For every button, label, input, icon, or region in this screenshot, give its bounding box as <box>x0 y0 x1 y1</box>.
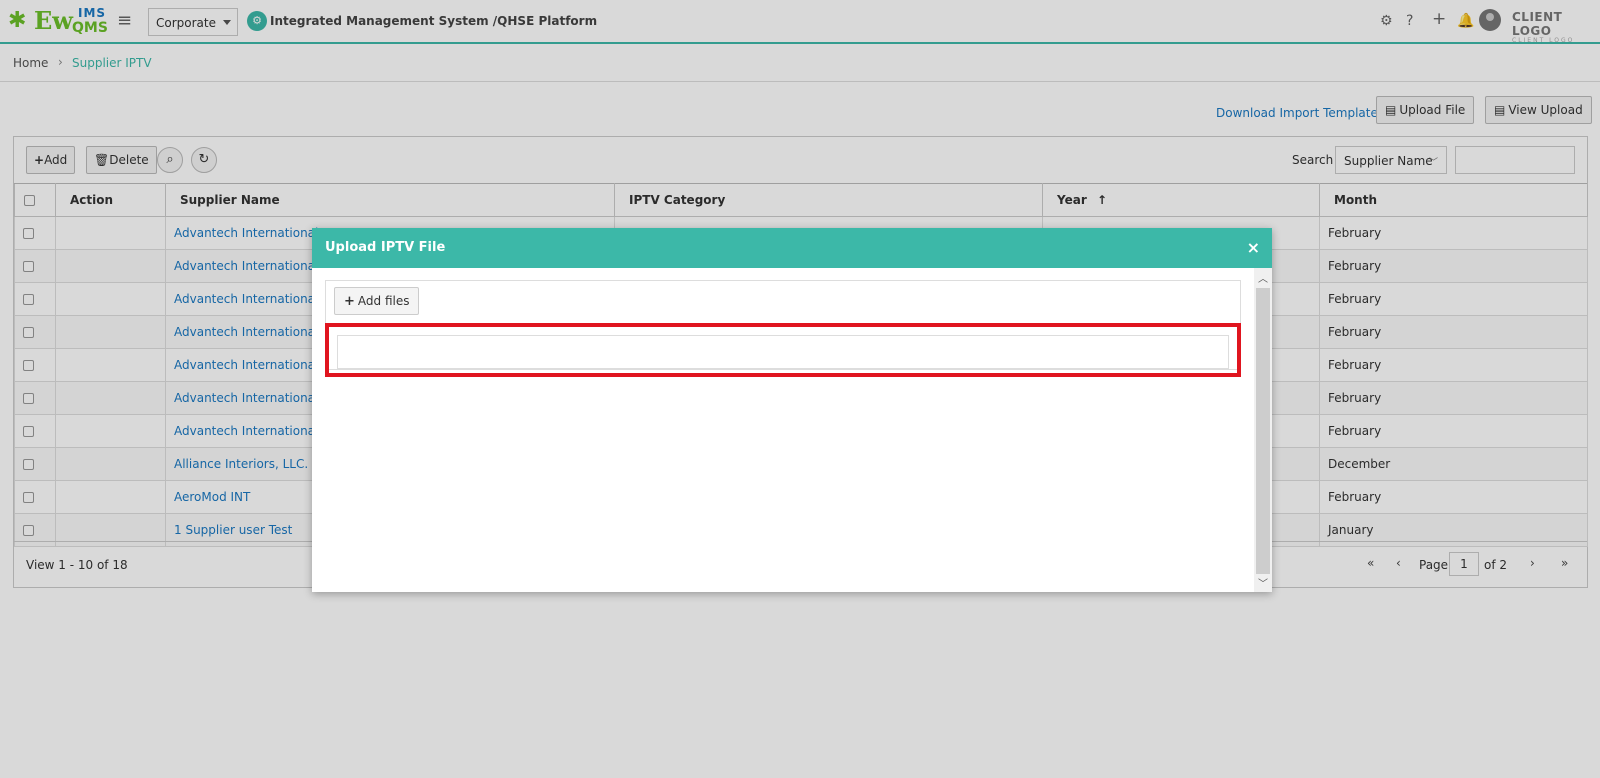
add-files-button[interactable]: + Add files <box>334 287 420 315</box>
plus-icon: + <box>344 294 355 309</box>
upload-iptv-modal: Upload IPTV File × + Add files ︿ ﹀ <box>312 228 1272 592</box>
add-files-label: Add files <box>357 294 410 308</box>
modal-title: Upload IPTV File <box>325 240 446 255</box>
modal-body: + Add files <box>312 268 1254 592</box>
scroll-up-icon[interactable]: ︿ <box>1258 270 1268 285</box>
modal-scrollbar[interactable]: ︿ ﹀ <box>1254 268 1272 592</box>
modal-header: Upload IPTV File × <box>312 228 1272 268</box>
scrollbar-thumb[interactable] <box>1256 288 1270 574</box>
file-drop-highlight <box>325 323 1241 377</box>
file-drop-zone[interactable] <box>337 335 1229 369</box>
close-icon[interactable]: × <box>1247 238 1260 257</box>
scroll-down-icon[interactable]: ﹀ <box>1258 575 1268 590</box>
